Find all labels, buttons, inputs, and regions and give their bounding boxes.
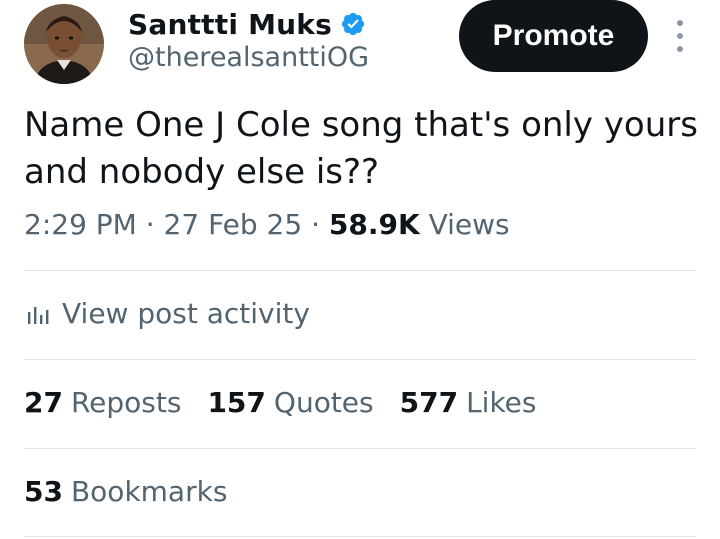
post-time[interactable]: 2:29 PM (24, 208, 137, 241)
divider (24, 270, 696, 271)
reposts-stat[interactable]: 27 Reposts (24, 386, 181, 419)
post-meta: 2:29 PM · 27 Feb 25 · 58.9K Views (24, 208, 510, 241)
likes-count: 577 (399, 386, 459, 419)
bookmarks-stat[interactable]: 53 Bookmarks (24, 475, 227, 508)
views-label: Views (428, 208, 510, 241)
post-text: Name One J Cole song that's only yours a… (24, 105, 698, 192)
promote-button[interactable]: Promote (459, 0, 648, 72)
reposts-label: Reposts (70, 386, 182, 419)
avatar[interactable] (24, 4, 104, 84)
likes-stat[interactable]: 577 Likes (400, 386, 537, 419)
reposts-count: 27 (24, 386, 63, 419)
views-count: 58.9K (328, 208, 420, 241)
profile-photo (24, 4, 104, 84)
view-post-activity-link[interactable]: View post activity (24, 297, 310, 330)
divider (24, 448, 696, 449)
quotes-label: Quotes (273, 386, 374, 419)
engagement-stats: 27 Reposts 157 Quotes 577 Likes (24, 386, 537, 419)
meta-separator: · (311, 208, 320, 241)
more-dot (677, 46, 683, 52)
stats-bar-icon (24, 300, 52, 328)
bookmarks-count: 53 (24, 475, 63, 508)
verified-badge-icon (340, 11, 366, 37)
meta-separator: · (145, 208, 155, 241)
more-dot (677, 33, 683, 39)
more-dot (677, 20, 683, 26)
quotes-stat[interactable]: 157 Quotes (207, 386, 373, 419)
likes-label: Likes (466, 386, 537, 419)
quotes-count: 157 (207, 386, 266, 419)
more-vertical-icon[interactable] (670, 20, 690, 52)
divider (24, 359, 696, 360)
display-name[interactable]: Santtti Muks (128, 8, 332, 41)
divider (24, 536, 696, 537)
bookmarks-label: Bookmarks (70, 475, 228, 508)
view-post-activity-label: View post activity (62, 297, 310, 330)
author-name-row[interactable]: Santtti Muks (128, 5, 366, 43)
author-handle[interactable]: @therealsanttiOG (128, 42, 369, 73)
post-date[interactable]: 27 Feb 25 (164, 208, 303, 241)
